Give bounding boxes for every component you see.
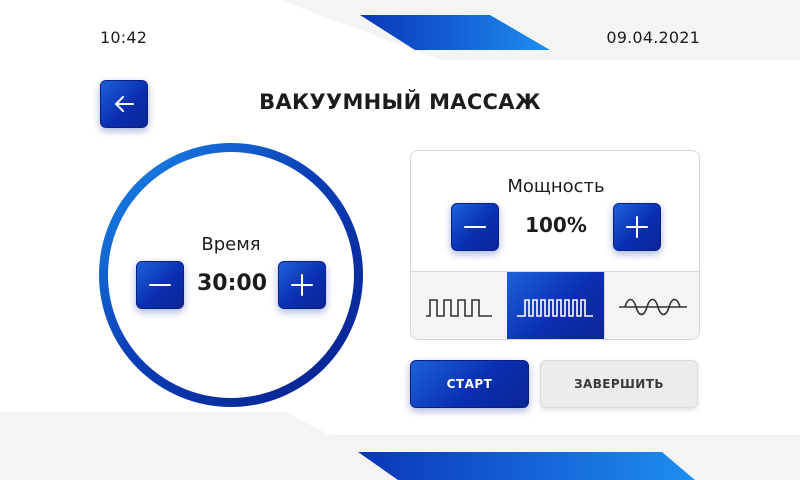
mode-sparse-pulse[interactable]: [411, 272, 508, 339]
plus-icon: [626, 216, 648, 238]
minus-icon: [149, 284, 171, 286]
plus-icon: [291, 274, 313, 296]
start-button[interactable]: СТАРТ: [410, 360, 529, 408]
power-label: Мощность: [507, 176, 605, 197]
power-increase-button[interactable]: [613, 203, 661, 251]
timer-increase-button[interactable]: [278, 261, 326, 309]
dense-pulse-wave-icon: [517, 298, 594, 317]
mode-dense-pulse[interactable]: [507, 272, 604, 339]
timer-decrease-button[interactable]: [136, 261, 184, 309]
page-title: ВАКУУМНЫЙ МАССАЖ: [259, 90, 541, 114]
mode-selector: [411, 271, 699, 339]
timer-value: 30:00: [196, 271, 268, 296]
back-button[interactable]: [100, 80, 148, 128]
status-date: 09.04.2021: [606, 28, 700, 47]
sparse-pulse-wave-icon: [426, 298, 493, 317]
mode-sine[interactable]: [603, 272, 699, 339]
status-time: 10:42: [100, 28, 148, 47]
power-panel: Мощность 100%: [410, 150, 700, 340]
timer-label: Время: [201, 234, 261, 255]
power-decrease-button[interactable]: [451, 203, 499, 251]
minus-icon: [464, 226, 486, 228]
arrow-left-icon: [115, 96, 134, 112]
sine-wave-icon: [618, 298, 687, 315]
power-value: 100%: [525, 213, 587, 237]
finish-button[interactable]: ЗАВЕРШИТЬ: [540, 360, 698, 408]
